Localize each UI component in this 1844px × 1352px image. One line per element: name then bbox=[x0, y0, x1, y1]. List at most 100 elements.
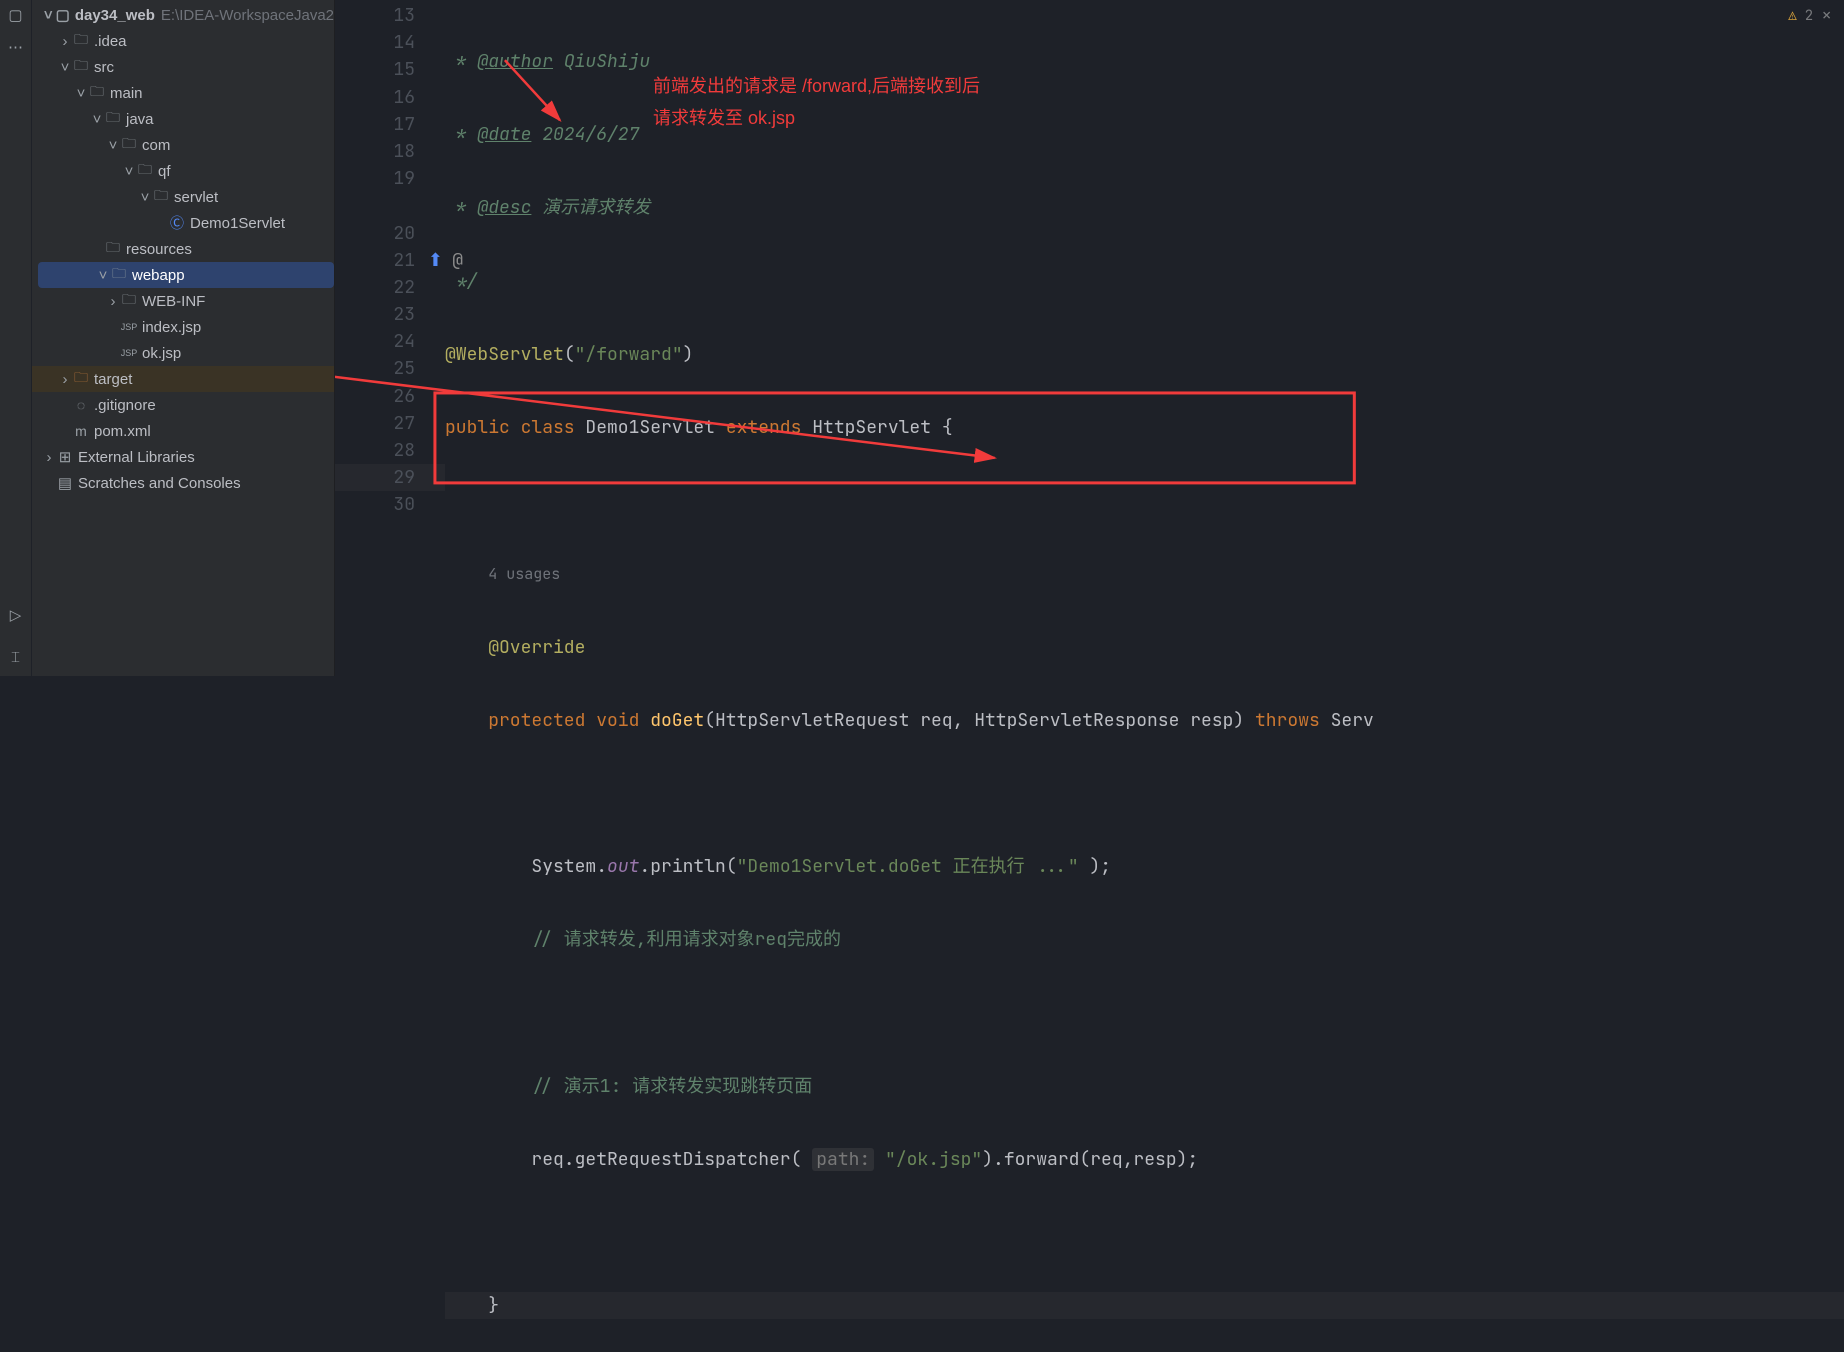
code-area[interactable]: * @author QiuShiju * @date 2024/6/27 * @… bbox=[445, 0, 1844, 676]
folder-icon: 🗀 bbox=[110, 263, 128, 287]
scratches-consoles[interactable]: ▤ Scratches and Consoles bbox=[32, 470, 334, 496]
folder-icon: 🗀 bbox=[88, 81, 106, 105]
line-number: 24 bbox=[335, 328, 445, 355]
line-number: 20 bbox=[335, 220, 445, 247]
tree-label: index.jsp bbox=[142, 319, 201, 336]
tree-label: Demo1Servlet bbox=[190, 215, 285, 232]
chevron-right-icon[interactable]: › bbox=[106, 293, 120, 310]
line-number: 30 bbox=[335, 491, 445, 518]
chevron-down-icon[interactable]: ˅ bbox=[90, 111, 104, 128]
tree-item-WEBINF[interactable]: ›🗀WEB-INF bbox=[32, 288, 334, 314]
tree-label: .gitignore bbox=[94, 397, 156, 414]
project-tool-icon[interactable]: ▢ bbox=[7, 6, 25, 24]
folder-icon: 🗀 bbox=[72, 29, 90, 53]
folder-icon: 🗀 bbox=[120, 289, 138, 313]
tree-label: servlet bbox=[174, 189, 218, 206]
tree-label: java bbox=[126, 111, 154, 128]
tree-item-main[interactable]: ˅🗀main bbox=[32, 80, 334, 106]
inspection-widget[interactable]: ⚠ 2 × bbox=[1788, 4, 1832, 27]
file-icon: ◌ bbox=[72, 397, 90, 413]
chevron-down-icon[interactable]: ˅ bbox=[96, 267, 110, 284]
folder-icon: 🗀 bbox=[72, 55, 90, 79]
run-tool-icon[interactable]: ▷ bbox=[7, 606, 25, 624]
usages-hint[interactable]: 4 usages bbox=[488, 564, 560, 584]
tree-item-Demo1Servlet[interactable]: ⒸDemo1Servlet bbox=[32, 210, 334, 236]
tree-label: webapp bbox=[132, 267, 185, 284]
tool-window-stripe: ▢ ⋯ ▷ ⌶ bbox=[0, 0, 32, 676]
file-icon: Ⓒ bbox=[168, 213, 186, 233]
tree-item-qf[interactable]: ˅🗀qf bbox=[32, 158, 334, 184]
line-number: 21⬆@ bbox=[335, 247, 445, 274]
line-number: 23 bbox=[335, 301, 445, 328]
annotation-text-1: 前端发出的请求是 /forward,后端接收到后 bbox=[653, 72, 980, 98]
tree-label: main bbox=[110, 85, 143, 102]
tree-label: target bbox=[94, 371, 132, 388]
tree-item-pomxml[interactable]: mpom.xml bbox=[32, 418, 334, 444]
warning-count: 2 bbox=[1805, 7, 1813, 25]
line-number: 25 bbox=[335, 355, 445, 382]
tree-item-target[interactable]: ›🗀target bbox=[32, 366, 334, 392]
scratch-icon: ▤ bbox=[56, 474, 74, 492]
tree-item-java[interactable]: ˅🗀java bbox=[32, 106, 334, 132]
line-number: 14 bbox=[335, 29, 445, 56]
tree-label: qf bbox=[158, 163, 171, 180]
module-icon: ▢ bbox=[55, 6, 71, 24]
folder-icon: 🗀 bbox=[152, 185, 170, 209]
line-number: 17 bbox=[335, 111, 445, 138]
code-editor[interactable]: 13 14 15 16 17 18 19 20 21⬆@ 22 23 24 25… bbox=[335, 0, 1844, 676]
line-number: 13 bbox=[335, 2, 445, 29]
tree-item-okjsp[interactable]: JSP ok.jsp bbox=[32, 340, 334, 366]
file-icon: JSP bbox=[120, 322, 138, 332]
annotation-text-2: 请求转发至 ok.jsp bbox=[653, 104, 795, 130]
line-number: 16 bbox=[335, 84, 445, 111]
chevron-down-icon[interactable]: ˅ bbox=[138, 189, 152, 206]
root-path: E:\IDEA-WorkspaceJava2 bbox=[161, 7, 334, 24]
more-icon[interactable]: ⋯ bbox=[7, 38, 25, 56]
editor-gutter: 13 14 15 16 17 18 19 20 21⬆@ 22 23 24 25… bbox=[335, 0, 445, 676]
tree-item-idea[interactable]: ›🗀.idea bbox=[32, 28, 334, 54]
chevron-down-icon[interactable]: ˅ bbox=[58, 59, 72, 76]
tree-item-gitignore[interactable]: ◌.gitignore bbox=[32, 392, 334, 418]
folder-icon: 🗀 bbox=[104, 237, 122, 261]
tree-label: resources bbox=[126, 241, 192, 258]
tree-item-indexjsp[interactable]: JSP index.jsp bbox=[32, 314, 334, 340]
chevron-down-icon[interactable]: ˅ bbox=[122, 163, 136, 180]
folder-icon: 🗀 bbox=[120, 133, 138, 157]
folder-icon: 🗀 bbox=[72, 367, 90, 391]
line-number: 19 bbox=[335, 165, 445, 192]
project-sidebar: ˅ ▢ day34_web E:\IDEA-WorkspaceJava2 ›🗀.… bbox=[32, 0, 335, 676]
tree-label: src bbox=[94, 59, 114, 76]
tree-label: com bbox=[142, 137, 170, 154]
chevron-right-icon[interactable]: › bbox=[58, 371, 72, 388]
tree-item-webapp[interactable]: ˅🗀webapp bbox=[38, 262, 334, 288]
line-number: 18 bbox=[335, 138, 445, 165]
library-icon: ⊞ bbox=[56, 448, 74, 466]
project-tree[interactable]: ˅ ▢ day34_web E:\IDEA-WorkspaceJava2 ›🗀.… bbox=[32, 0, 334, 496]
line-number: 27 bbox=[335, 410, 445, 437]
line-number: 22 bbox=[335, 274, 445, 301]
chevron-right-icon[interactable]: › bbox=[42, 449, 56, 466]
tree-label: ok.jsp bbox=[142, 345, 181, 362]
tree-item-src[interactable]: ˅🗀src bbox=[32, 54, 334, 80]
folder-icon: 🗀 bbox=[136, 159, 154, 183]
line-number: 28 bbox=[335, 437, 445, 464]
override-gutter-icon[interactable]: ⬆ bbox=[428, 247, 443, 274]
terminal-tool-icon[interactable]: ⌶ bbox=[7, 648, 25, 666]
chevron-down-icon[interactable]: ˅ bbox=[42, 7, 55, 24]
parameter-hint: path: bbox=[812, 1148, 874, 1171]
tree-label: WEB-INF bbox=[142, 293, 205, 310]
line-number: 29 bbox=[335, 464, 445, 491]
file-icon: JSP bbox=[120, 348, 138, 358]
tree-item-servlet[interactable]: ˅🗀servlet bbox=[32, 184, 334, 210]
tree-item-resources[interactable]: 🗀resources bbox=[32, 236, 334, 262]
tree-label: pom.xml bbox=[94, 423, 151, 440]
line-number: 15 bbox=[335, 56, 445, 83]
close-icon[interactable]: × bbox=[1821, 4, 1832, 27]
line-number: 26 bbox=[335, 383, 445, 410]
chevron-down-icon[interactable]: ˅ bbox=[74, 85, 88, 102]
tree-item-com[interactable]: ˅🗀com bbox=[32, 132, 334, 158]
external-libraries[interactable]: › ⊞ External Libraries bbox=[32, 444, 334, 470]
chevron-down-icon[interactable]: ˅ bbox=[106, 137, 120, 154]
chevron-right-icon[interactable]: › bbox=[58, 33, 72, 50]
project-root[interactable]: ˅ ▢ day34_web E:\IDEA-WorkspaceJava2 bbox=[32, 2, 334, 28]
